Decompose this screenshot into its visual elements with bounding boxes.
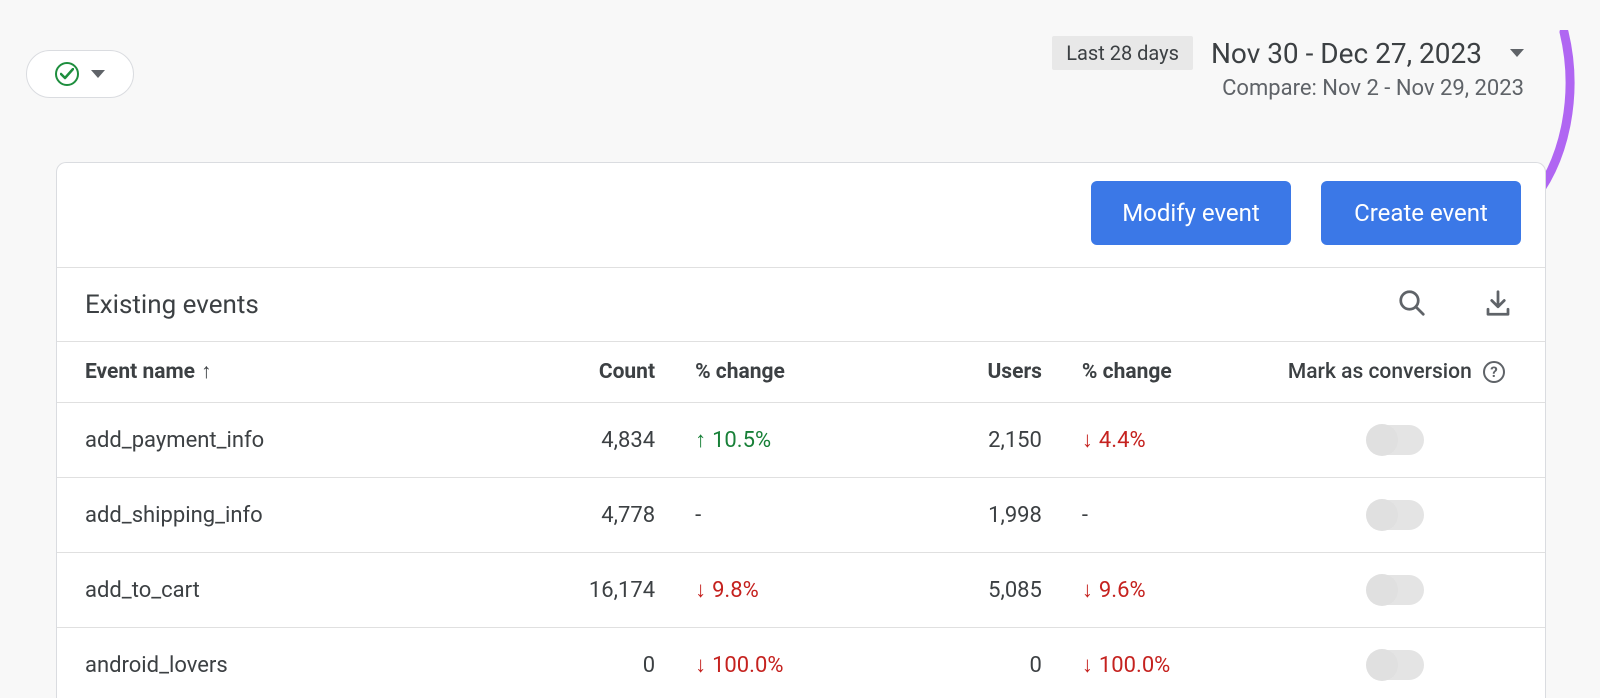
count-change-cell: ↓9.8% xyxy=(695,578,759,603)
create-event-button[interactable]: Create event xyxy=(1321,181,1521,245)
events-card: Modify event Create event Existing event… xyxy=(56,162,1546,698)
table-header-row: Event name↑ Count % change Users % chang… xyxy=(57,342,1545,403)
count-change-cell: ↓100.0% xyxy=(695,653,783,678)
count-cell: 4,778 xyxy=(518,478,667,553)
table-row: add_shipping_info4,778 - 1,998 - xyxy=(57,478,1545,553)
check-circle-icon xyxy=(55,62,79,86)
users-cell: 1,998 xyxy=(875,478,1054,553)
users-change-cell: ↓9.6% xyxy=(1082,578,1146,603)
table-row: add_payment_info4,834 ↑10.5% 2,150 ↓4.4% xyxy=(57,403,1545,478)
users-cell: 2,150 xyxy=(875,403,1054,478)
card-actions: Modify event Create event xyxy=(57,163,1545,267)
date-range-picker[interactable]: Last 28 days Nov 30 - Dec 27, 2023 Compa… xyxy=(1052,36,1524,101)
count-cell: 0 xyxy=(518,628,667,698)
date-preset-badge: Last 28 days xyxy=(1052,36,1193,70)
events-table: Event name↑ Count % change Users % chang… xyxy=(57,342,1545,698)
date-range-value: Nov 30 - Dec 27, 2023 xyxy=(1211,37,1482,70)
count-change-cell: - xyxy=(695,503,701,528)
download-icon xyxy=(1483,288,1513,318)
conversion-toggle[interactable] xyxy=(1368,500,1424,530)
section-header: Existing events xyxy=(57,267,1545,342)
modify-event-button[interactable]: Modify event xyxy=(1091,181,1291,245)
event-name-cell[interactable]: add_shipping_info xyxy=(57,478,518,553)
users-change-cell: ↓100.0% xyxy=(1082,653,1170,678)
search-icon xyxy=(1397,288,1427,318)
users-change-cell: - xyxy=(1082,503,1088,528)
table-row: android_lovers0↓100.0%0↓100.0% xyxy=(57,628,1545,698)
help-icon[interactable]: ? xyxy=(1483,361,1505,383)
event-name-cell[interactable]: android_lovers xyxy=(57,628,518,698)
users-change-cell: ↓4.4% xyxy=(1082,428,1146,453)
users-cell: 0 xyxy=(875,628,1054,698)
col-users[interactable]: Users xyxy=(875,342,1054,403)
col-count-change[interactable]: % change xyxy=(667,342,875,403)
download-button[interactable] xyxy=(1479,284,1517,325)
search-button[interactable] xyxy=(1393,284,1431,325)
section-title: Existing events xyxy=(85,290,259,320)
event-name-cell[interactable]: add_to_cart xyxy=(57,553,518,628)
chevron-down-icon xyxy=(1510,49,1524,57)
event-name-cell[interactable]: add_payment_info xyxy=(57,403,518,478)
col-conversion: Mark as conversion ? xyxy=(1247,342,1545,403)
col-event-name[interactable]: Event name↑ xyxy=(57,342,518,403)
table-row: add_to_cart16,174 ↓9.8% 5,085 ↓9.6% xyxy=(57,553,1545,628)
col-count[interactable]: Count xyxy=(518,342,667,403)
chevron-down-icon xyxy=(91,70,105,78)
conversion-toggle[interactable] xyxy=(1368,425,1424,455)
users-cell: 5,085 xyxy=(875,553,1054,628)
compare-range-label: Compare: Nov 2 - Nov 29, 2023 xyxy=(1222,76,1524,101)
count-cell: 16,174 xyxy=(518,553,667,628)
col-users-change[interactable]: % change xyxy=(1054,342,1247,403)
status-selector[interactable] xyxy=(26,50,134,98)
count-cell: 4,834 xyxy=(518,403,667,478)
sort-ascending-icon: ↑ xyxy=(201,360,212,384)
conversion-toggle[interactable] xyxy=(1368,650,1424,680)
conversion-toggle[interactable] xyxy=(1368,575,1424,605)
count-change-cell: ↑10.5% xyxy=(695,428,771,453)
